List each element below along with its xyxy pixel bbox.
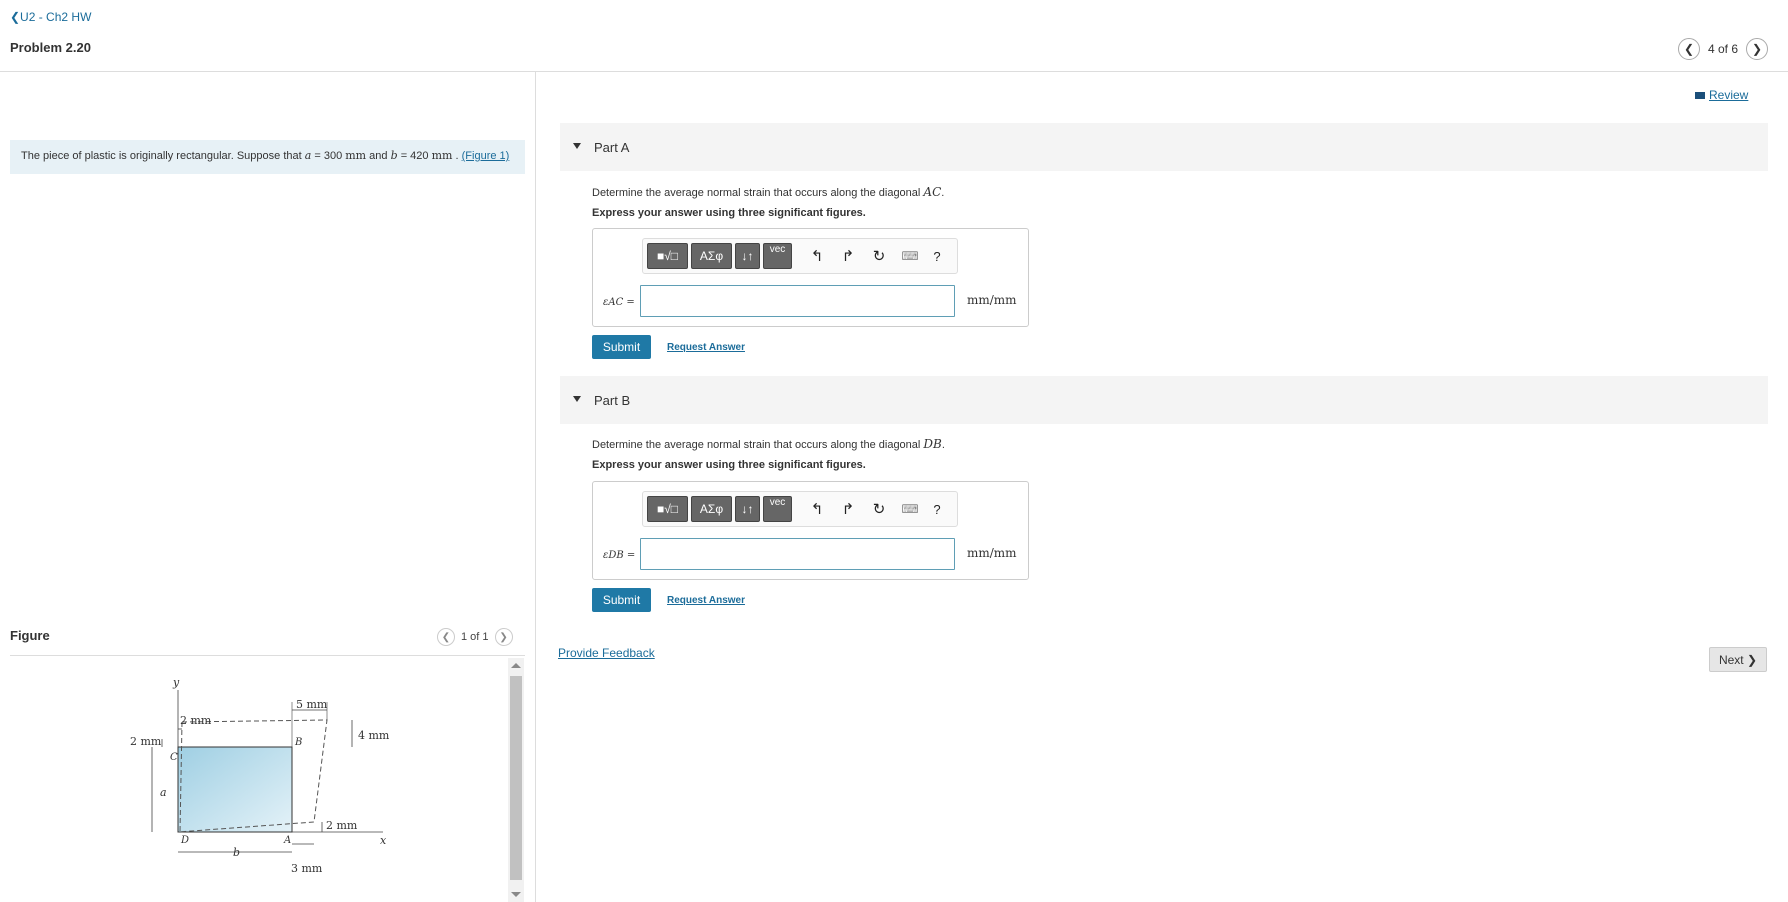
- scrollbar-thumb[interactable]: [510, 676, 522, 880]
- undo-icon[interactable]: ↰: [803, 243, 831, 269]
- deformation-figure: y x 5 mm 2 mm 4 mm 2 mm 2 mm 3 mm a b C …: [130, 676, 390, 875]
- review-label: Review: [1709, 88, 1749, 102]
- greek-button[interactable]: ΑΣφ: [691, 243, 732, 269]
- label-2mm-top: 2 mm: [180, 714, 212, 727]
- part-a-title: Part A: [594, 139, 630, 155]
- figure-pager: ❮ 1 of 1 ❯: [437, 628, 513, 646]
- figure-next-button[interactable]: ❯: [494, 628, 513, 646]
- figure-label: Figure: [10, 628, 50, 643]
- label-2mm-left: 2 mm: [130, 735, 162, 748]
- point-d-label: D: [180, 835, 189, 846]
- part-b-unit: mm/mm: [967, 546, 1017, 560]
- greek-button[interactable]: ΑΣφ: [691, 496, 732, 522]
- and-text: and: [366, 150, 391, 162]
- figure-link[interactable]: (Figure 1): [462, 150, 510, 162]
- label-5mm: 5 mm: [296, 698, 328, 711]
- undo-icon[interactable]: ↰: [803, 496, 831, 522]
- help-icon[interactable]: ?: [927, 243, 947, 269]
- scroll-down-icon[interactable]: [511, 892, 521, 897]
- statement-text: The piece of plastic is originally recta…: [21, 150, 302, 162]
- part-a-instruction: Express your answer using three signific…: [592, 207, 866, 219]
- templates-button[interactable]: ■√□: [647, 243, 688, 269]
- collapse-triangle-icon: [573, 396, 581, 402]
- math-toolbar: ■√□ ΑΣφ ↓↑ vec ↰ ↱ ↻ ⌨ ?: [642, 238, 958, 274]
- figure-scrollbar[interactable]: [508, 658, 524, 902]
- unit-b: mm: [431, 149, 453, 162]
- reset-icon[interactable]: ↻: [865, 496, 893, 522]
- point-b-label: B: [294, 737, 302, 748]
- part-b-submit-button[interactable]: Submit: [592, 588, 651, 612]
- part-b-question: Determine the average normal strain that…: [592, 437, 945, 451]
- var-b: b: [390, 149, 398, 162]
- part-b-diagonal: DB: [923, 437, 942, 451]
- part-b-instruction: Express your answer using three signific…: [592, 459, 866, 471]
- math-toolbar: ■√□ ΑΣφ ↓↑ vec ↰ ↱ ↻ ⌨ ?: [642, 491, 958, 527]
- part-a-unit: mm/mm: [967, 293, 1017, 307]
- templates-button[interactable]: ■√□: [647, 496, 688, 522]
- redo-icon[interactable]: ↱: [834, 243, 862, 269]
- arrows-button[interactable]: ↓↑: [735, 243, 760, 269]
- part-b-answer-box: ■√□ ΑΣφ ↓↑ vec ↰ ↱ ↻ ⌨ ? εDB = mm/mm: [592, 481, 1029, 580]
- y-axis-label: y: [172, 676, 180, 689]
- epsilon-db-label: εDB =: [603, 550, 636, 561]
- part-a-submit-button[interactable]: Submit: [592, 335, 651, 359]
- part-b-title: Part B: [594, 392, 631, 408]
- eq-a: = 300: [311, 150, 346, 162]
- part-a-answer-box: ■√□ ΑΣφ ↓↑ vec ↰ ↱ ↻ ⌨ ? εAC = mm/mm: [592, 228, 1029, 327]
- previous-problem-button[interactable]: ❮: [1677, 38, 1700, 60]
- epsilon-ac-input[interactable]: [640, 285, 955, 317]
- part-a-question: Determine the average normal strain that…: [592, 185, 945, 199]
- part-b-question-text: Determine the average normal strain that…: [592, 439, 924, 451]
- panel-divider: [535, 72, 536, 902]
- header: ❮U2 - Ch2 HW Problem 2.20 ❮ 4 of 6 ❯: [0, 0, 1788, 72]
- redo-icon[interactable]: ↱: [834, 496, 862, 522]
- label-b: b: [233, 846, 240, 859]
- part-a-request-answer-link[interactable]: Request Answer: [667, 342, 745, 353]
- eq-b: = 420: [397, 150, 432, 162]
- point-c-label: C: [170, 752, 178, 763]
- figure-previous-button[interactable]: ❮: [437, 628, 455, 646]
- part-a-question-text: Determine the average normal strain that…: [592, 187, 924, 199]
- part-a-diagonal: AC: [923, 185, 942, 199]
- book-icon: [1695, 91, 1705, 99]
- figure-pager-text: 1 of 1: [461, 631, 489, 643]
- label-2mm-right: 2 mm: [326, 819, 358, 832]
- problem-pager-text: 4 of 6: [1707, 42, 1738, 56]
- help-icon[interactable]: ?: [927, 496, 947, 522]
- scroll-up-icon[interactable]: [511, 663, 521, 668]
- reset-icon[interactable]: ↻: [865, 243, 893, 269]
- unit-a: mm: [345, 149, 367, 162]
- problem-statement: The piece of plastic is originally recta…: [10, 140, 525, 174]
- label-a: a: [160, 786, 167, 799]
- provide-feedback-link[interactable]: Provide Feedback: [558, 646, 655, 660]
- label-4mm: 4 mm: [358, 729, 390, 742]
- part-b-request-answer-link[interactable]: Request Answer: [667, 595, 745, 606]
- arrows-button[interactable]: ↓↑: [735, 496, 760, 522]
- part-a-header[interactable]: Part A: [560, 123, 1768, 171]
- next-button[interactable]: Next ❯: [1709, 647, 1767, 672]
- collapse-triangle-icon: [573, 143, 581, 149]
- x-axis-label: x: [380, 834, 387, 847]
- breadcrumb[interactable]: ❮U2 - Ch2 HW: [10, 10, 91, 24]
- epsilon-ac-label: εAC =: [603, 297, 635, 308]
- problem-title: Problem 2.20: [10, 40, 91, 55]
- problem-pager: ❮ 4 of 6 ❯: [1677, 38, 1768, 60]
- vec-button[interactable]: vec: [763, 496, 792, 522]
- part-b-header[interactable]: Part B: [560, 376, 1768, 424]
- review-link[interactable]: Review: [1695, 88, 1748, 102]
- dot-text: .: [452, 150, 462, 162]
- epsilon-db-input[interactable]: [640, 538, 955, 570]
- figure-divider: [10, 655, 525, 656]
- plastic-rectangle: [177, 746, 293, 833]
- keyboard-icon[interactable]: ⌨: [896, 496, 924, 522]
- point-a-label: A: [283, 835, 291, 846]
- next-problem-button[interactable]: ❯: [1746, 38, 1768, 60]
- vec-button[interactable]: vec: [763, 243, 792, 269]
- label-3mm: 3 mm: [291, 862, 323, 875]
- keyboard-icon[interactable]: ⌨: [896, 243, 924, 269]
